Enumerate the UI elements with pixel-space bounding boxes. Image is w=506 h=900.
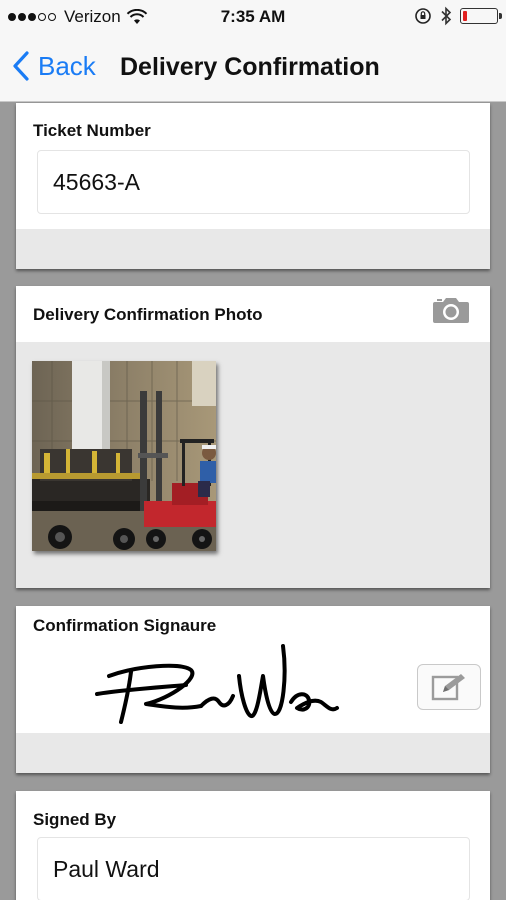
ticket-number-field[interactable]: 45663-A	[37, 150, 470, 214]
card-footer	[16, 229, 490, 269]
delivery-photo-thumbnail[interactable]	[32, 361, 216, 551]
status-bar: Verizon 7:35 AM	[0, 0, 506, 34]
signed-by-label: Signed By	[33, 810, 117, 829]
rotation-lock-icon	[415, 8, 431, 24]
page-title: Delivery Confirmation	[120, 53, 380, 81]
signed-by-field[interactable]: Paul Ward	[37, 837, 470, 900]
ticket-number-card: Ticket Number 45663-A	[16, 103, 490, 269]
signature-label: Confirmation Signaure	[33, 616, 217, 635]
navigation-bar: Back Delivery Confirmation	[0, 34, 506, 102]
back-button[interactable]: Back	[12, 50, 96, 82]
status-right	[414, 6, 502, 26]
back-label: Back	[38, 50, 96, 81]
ticket-number-label: Ticket Number	[33, 121, 151, 140]
edit-signature-icon	[431, 674, 465, 701]
edit-signature-button[interactable]	[417, 664, 481, 710]
signature-drawing	[95, 644, 339, 724]
chevron-left-icon	[13, 51, 29, 81]
bluetooth-icon	[441, 6, 452, 26]
battery-level	[463, 11, 467, 21]
delivery-photo-card: Delivery Confirmation Photo	[16, 286, 490, 588]
signed-by-card: Signed By Paul Ward	[16, 791, 490, 900]
forklift-delivery-photo	[32, 361, 216, 551]
camera-icon[interactable]	[432, 296, 470, 324]
battery-icon	[460, 8, 502, 24]
delivery-photo-label: Delivery Confirmation Photo	[33, 305, 263, 324]
signature-card: Confirmation Signaure	[16, 606, 490, 773]
card-footer	[16, 733, 490, 773]
